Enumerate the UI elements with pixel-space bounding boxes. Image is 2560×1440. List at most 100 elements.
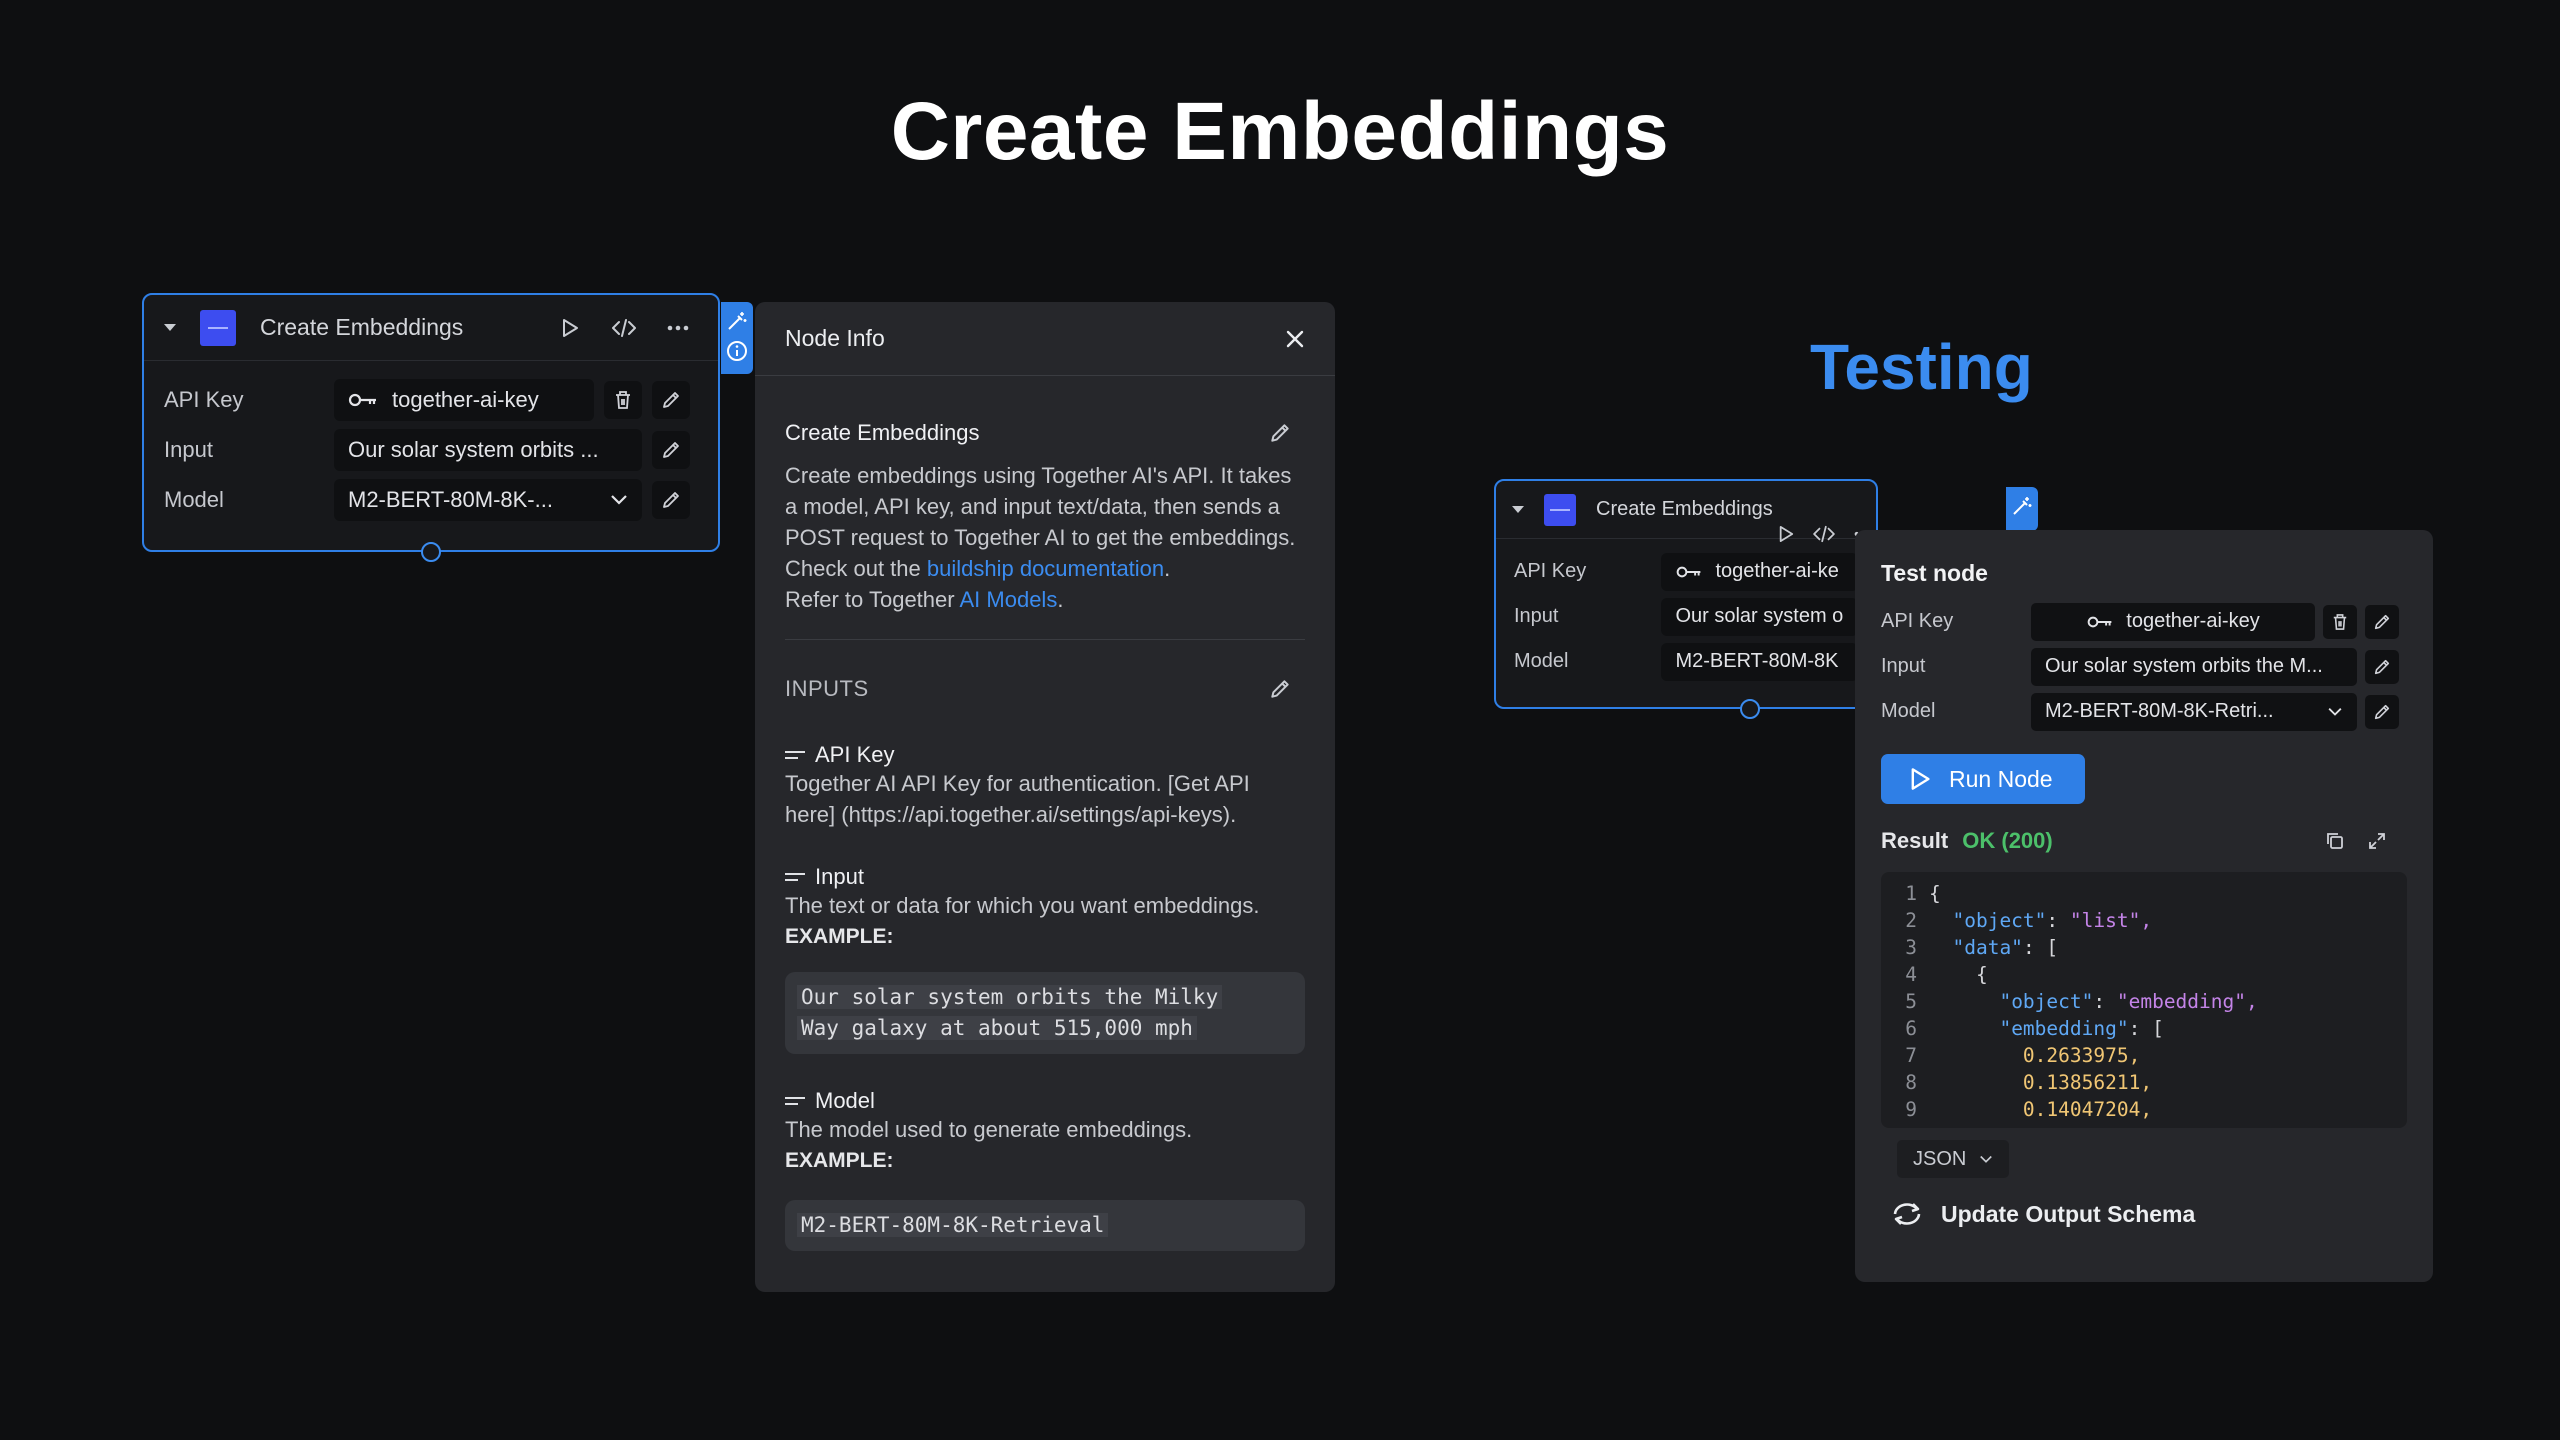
- api-key-value: together-ai-key: [392, 387, 539, 412]
- example-label: EXAMPLE:: [785, 925, 894, 948]
- model-value: M2-BERT-80M-8K-Retri...: [2045, 700, 2274, 722]
- update-output-schema-button[interactable]: Update Output Schema: [1881, 1200, 2407, 1228]
- node-side-toolbar: [721, 302, 753, 374]
- node-title: Create Embeddings: [260, 314, 464, 340]
- close-icon[interactable]: [1285, 329, 1305, 349]
- delete-icon[interactable]: [604, 381, 642, 419]
- create-embeddings-node[interactable]: Create Embeddings API Key together-ai-ke…: [142, 293, 720, 552]
- code-key: "object": [1999, 990, 2094, 1013]
- more-options-icon[interactable]: [658, 308, 698, 348]
- collapse-caret-icon[interactable]: [164, 324, 176, 331]
- param-input: Input: [785, 864, 1305, 890]
- api-key-field[interactable]: together-ai-key: [334, 379, 594, 421]
- key-icon: [2086, 615, 2114, 629]
- node-side-toolbar: [2006, 487, 2038, 531]
- edit-pencil-icon[interactable]: [652, 381, 690, 419]
- models-suffix: .: [1057, 587, 1064, 612]
- code-value: [: [2152, 1017, 2164, 1040]
- run-node-button[interactable]: Run Node: [1881, 754, 2085, 804]
- chevron-down-icon: [1979, 1155, 1993, 1164]
- code-line: 2 "object": "list",: [1881, 907, 2407, 934]
- example-code: M2-BERT-80M-8K-Retrieval: [785, 1200, 1305, 1251]
- result-header: Result OK (200): [1881, 828, 2407, 854]
- code-value: 0.2633975,: [2022, 1044, 2141, 1067]
- param-name: Model: [815, 1088, 875, 1113]
- param-name: API Key: [815, 742, 895, 767]
- model-row: Model M2-BERT-80M-8K-...: [144, 475, 718, 525]
- api-key-label: API Key: [1881, 610, 1954, 632]
- divider: [785, 639, 1305, 640]
- input-field[interactable]: Our solar system o: [1661, 597, 1858, 636]
- docs-line: Check out the buildship documentation.: [785, 553, 1305, 584]
- magic-wand-icon[interactable]: [726, 310, 748, 332]
- code-key: "embedding": [1999, 1017, 2129, 1040]
- edit-pencil-icon[interactable]: [1269, 422, 1291, 444]
- input-field[interactable]: Our solar system orbits ...: [334, 429, 642, 471]
- edit-pencil-icon[interactable]: [2365, 604, 2399, 639]
- code-value: 0.14047204,: [2022, 1098, 2153, 1121]
- magic-wand-icon[interactable]: [2011, 495, 2033, 517]
- edit-pencil-icon[interactable]: [652, 481, 690, 519]
- code-value: "list",: [2069, 909, 2153, 932]
- line-number: 4: [1905, 963, 1917, 986]
- expand-icon[interactable]: [2367, 831, 2387, 851]
- code-separator: :: [2093, 990, 2117, 1013]
- line-number: 1: [1905, 882, 1917, 905]
- code-separator: :: [2128, 1017, 2153, 1040]
- test-node-title: Test node: [1881, 560, 1988, 586]
- code-line: 6 "embedding": [: [1881, 1015, 2407, 1042]
- play-icon: [1909, 767, 1931, 791]
- copy-icon[interactable]: [2325, 831, 2345, 851]
- node-header: Create Embeddings: [144, 295, 718, 361]
- result-code-view[interactable]: 1{2 "object": "list", 3 "data": [4 {5 "ob…: [1881, 872, 2407, 1128]
- model-row: Model M2-BERT-80M-8K: [1496, 639, 1876, 684]
- edit-pencil-icon[interactable]: [652, 431, 690, 469]
- node-description: Create embeddings using Together AI's AP…: [785, 463, 1296, 550]
- line-number: 2: [1905, 909, 1917, 932]
- update-output-schema-label: Update Output Schema: [1941, 1200, 2196, 1227]
- api-key-label: API Key: [1514, 560, 1587, 582]
- edit-pencil-icon[interactable]: [2365, 649, 2399, 684]
- line-number: 3: [1905, 936, 1917, 959]
- model-select[interactable]: M2-BERT-80M-8K-...: [334, 479, 642, 521]
- key-icon: [1675, 565, 1703, 579]
- edit-pencil-icon[interactable]: [1269, 678, 1291, 700]
- play-icon[interactable]: [550, 308, 590, 348]
- model-select[interactable]: M2-BERT-80M-8K-Retri...: [2031, 692, 2357, 731]
- example-label: EXAMPLE:: [785, 1149, 894, 1172]
- api-key-field[interactable]: together-ai-key: [2031, 602, 2315, 641]
- api-key-field[interactable]: together-ai-ke: [1661, 552, 1858, 591]
- code-line: 8 0.13856211,: [1881, 1069, 2407, 1096]
- buildship-documentation-link[interactable]: buildship documentation: [927, 556, 1164, 581]
- code-icon[interactable]: [604, 308, 644, 348]
- ai-models-link[interactable]: AI Models: [960, 587, 1058, 612]
- code-line: 1{: [1881, 880, 2407, 907]
- delete-icon[interactable]: [2323, 604, 2357, 639]
- inputs-title: INPUTS: [785, 676, 869, 701]
- edit-pencil-icon[interactable]: [2365, 694, 2399, 729]
- param-model: Model: [785, 1088, 1305, 1114]
- collapse-caret-icon[interactable]: [1512, 506, 1524, 513]
- output-handle[interactable]: [1740, 699, 1760, 719]
- line-number: 6: [1905, 1017, 1917, 1040]
- api-key-label: API Key: [164, 387, 244, 412]
- code-value: "embedding",: [2116, 990, 2258, 1013]
- info-icon[interactable]: [726, 340, 748, 362]
- code-value: 0.13856211,: [2022, 1071, 2153, 1094]
- input-field[interactable]: Our solar system orbits the M...: [2031, 647, 2357, 686]
- format-select[interactable]: JSON: [1897, 1140, 2009, 1178]
- param-description: Together AI API Key for authentication. …: [785, 771, 1250, 827]
- output-handle[interactable]: [421, 542, 441, 562]
- model-select[interactable]: M2-BERT-80M-8K: [1661, 642, 1858, 681]
- code-key: "data": [1952, 936, 2023, 959]
- code-icon[interactable]: [1812, 525, 1836, 543]
- example-line: Our solar system orbits the Milky: [797, 985, 1223, 1009]
- code-value: {: [1929, 882, 1941, 905]
- code-line: 9 0.14047204,: [1881, 1096, 2407, 1123]
- input-label: Input: [164, 437, 213, 462]
- play-icon[interactable]: [1778, 525, 1794, 543]
